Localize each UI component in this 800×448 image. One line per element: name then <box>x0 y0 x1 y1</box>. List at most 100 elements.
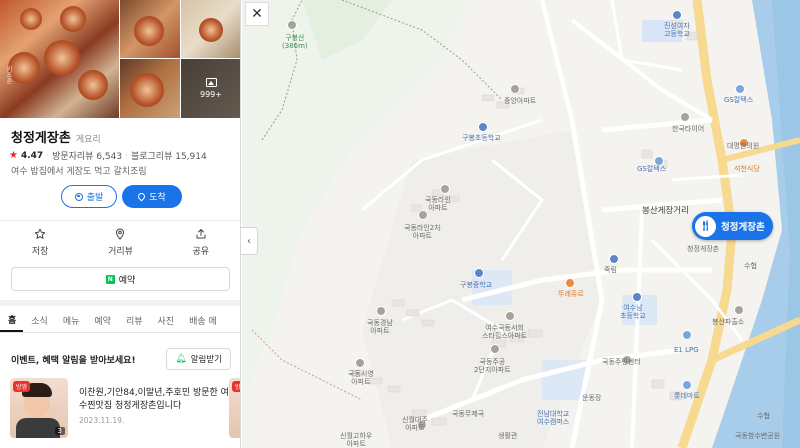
school-poi[interactable] <box>478 122 488 132</box>
label-bongsan-office: 봉산파출소 <box>712 318 745 326</box>
label-gs1: GS칼텍스 <box>724 96 754 104</box>
reserve-label: 예약 <box>118 275 136 286</box>
food-plate <box>199 18 223 42</box>
share-button[interactable]: 공유 <box>161 228 240 257</box>
label-juknam: 죽림 <box>604 266 617 274</box>
tab-menu[interactable]: 메뉴 <box>55 308 87 332</box>
location-pin-icon <box>116 228 125 240</box>
label-hankook: 한국타이어 <box>672 125 705 133</box>
label-apt6: 국동주공 2단지아파트 <box>474 358 511 374</box>
blog-reviews-link[interactable]: 블로그리뷰 15,914 <box>131 149 207 162</box>
news-card[interactable]: 방영 3 이찬원,기안84,이말년,주호민 방문한 여수찐맛집 청정게장촌입니다… <box>10 378 240 438</box>
photo-thumb[interactable] <box>181 0 240 58</box>
alarm-button[interactable]: 🔔︎ 알림받기 <box>166 348 231 370</box>
label-apt1: 중앙아파트 <box>504 97 537 105</box>
arrive-button[interactable]: 도착 <box>122 185 182 208</box>
tab-news[interactable]: 소식 <box>23 308 55 332</box>
label-apt4: 국동경남 아파트 <box>367 319 393 335</box>
shop-poi[interactable] <box>680 112 690 122</box>
tab-delivery[interactable]: 배송 메 <box>181 308 224 332</box>
photo-side-label: 키즈존 <box>5 66 12 84</box>
alarm-label: 알림받기 <box>190 355 222 365</box>
school-poi[interactable] <box>672 10 682 20</box>
label-undongjang: 운동장 <box>582 394 602 402</box>
tab-home[interactable]: 홈 <box>0 308 24 332</box>
depart-label: 출발 <box>86 193 104 203</box>
action-bar: 저장 거리뷰 공유 <box>0 228 240 257</box>
next-card-preview[interactable]: 방영 <box>229 378 240 438</box>
school-poi[interactable] <box>632 292 642 302</box>
label-gukdong-center: 국동주민센터 <box>602 358 641 366</box>
label-gukdong-port: 국동무제국 <box>452 410 485 418</box>
depart-icon <box>74 192 83 201</box>
photo-main[interactable]: 키즈존 <box>0 0 119 118</box>
place-category: 게요리 <box>75 135 101 145</box>
review-stats: ★ 4.47 · 방문자리뷰 6,543 · 블로그리뷰 15,914 <box>9 149 207 162</box>
place-description: 여수 밥집에서 게장도 먹고 갈치조림 <box>11 167 147 177</box>
label-jeonnam: 전남대학교 여수캠퍼스 <box>537 410 570 426</box>
tab-reviews[interactable]: 리뷰 <box>118 308 150 332</box>
save-button[interactable]: 저장 <box>0 228 80 257</box>
label-school2: 구봉초등학교 <box>462 134 501 142</box>
mart-poi[interactable] <box>682 380 692 390</box>
street-view-button[interactable]: 거리뷰 <box>80 228 160 257</box>
label-apt9: 신월대주 아파트 <box>402 416 428 432</box>
mountain-poi[interactable] <box>287 20 297 30</box>
label-apt8: 신월고하우 아파트 <box>340 432 373 448</box>
apartment-poi[interactable] <box>505 311 515 321</box>
close-button[interactable]: ✕ <box>245 2 269 26</box>
news-text: 이찬원,기안84,이말년,주호민 방문한 여수찐맛집 청정게장촌입니다 <box>79 388 229 411</box>
visitor-reviews-link[interactable]: 방문자리뷰 6,543 <box>52 149 122 162</box>
map-view[interactable]: 구봉산 (386m) 진성여자 고등학교 GS칼텍스 중앙아파트 구봉초등학교 한국… <box>242 0 800 448</box>
school-poi[interactable] <box>474 268 484 278</box>
apartment-poi[interactable] <box>355 358 365 368</box>
apartment-poi[interactable] <box>490 344 500 354</box>
food-plate <box>20 8 42 30</box>
police-poi[interactable] <box>734 305 744 315</box>
star-icon: ★ <box>9 150 18 161</box>
place-detail-panel: 키즈존 999+ 청정게장촌 게요리 ★ 4.47 · 방문자리뷰 6,543 … <box>0 0 241 448</box>
depart-button[interactable]: 출발 <box>61 185 117 208</box>
tab-photos[interactable]: 사진 <box>150 308 182 332</box>
place-title-row: 청정게장촌 게요리 <box>11 127 101 146</box>
photo-gallery[interactable]: 키즈존 999+ <box>0 0 240 118</box>
tab-reservation[interactable]: 예약 <box>86 308 118 332</box>
food-plate <box>78 70 108 100</box>
news-badge: 방영 <box>13 381 31 392</box>
news-date: 2023.11.19. <box>79 416 125 425</box>
photo-more-overlay: 999+ <box>181 59 240 118</box>
divider <box>0 220 240 221</box>
label-apt5: 여수국동서희 스타힐스아파트 <box>482 324 528 340</box>
label-apt3: 국동라인2차 아파트 <box>404 224 441 240</box>
label-jongsim: 국동항수변공원 <box>735 432 781 440</box>
street-view-label: 거리뷰 <box>108 247 133 257</box>
marker-label: 청정게장촌 <box>721 222 765 233</box>
collapse-panel-button[interactable]: ‹ <box>241 227 258 255</box>
section-gap <box>0 300 240 306</box>
gas-station-poi[interactable] <box>682 330 692 340</box>
selected-place-marker[interactable]: 🍴︎ 청정게장촌 <box>692 212 773 240</box>
label-school1: 진성여자 고등학교 <box>664 22 690 38</box>
food-plate <box>134 16 164 46</box>
label-turejus: 뚜레쥬르 <box>558 290 584 298</box>
photo-thumb[interactable] <box>120 59 180 118</box>
gas-station-poi[interactable] <box>735 84 745 94</box>
bakery-poi[interactable] <box>565 278 575 288</box>
star-outline-icon <box>34 228 46 239</box>
naver-n-icon: N <box>105 274 115 284</box>
apartment-poi[interactable] <box>376 306 386 316</box>
label-su: 수협 <box>744 262 757 270</box>
label-daemyung: 대명한의원 <box>727 142 760 150</box>
photo-more[interactable]: 999+ <box>181 59 240 118</box>
label-apt7: 국동시영 아파트 <box>348 370 374 386</box>
pin-icon <box>136 191 147 202</box>
label-school3: 구봉중학교 <box>460 281 493 289</box>
apartment-poi[interactable] <box>440 184 450 194</box>
bank-poi[interactable] <box>609 254 619 264</box>
reserve-button[interactable]: N 예약 <box>11 267 230 291</box>
rating-value: 4.47 <box>20 150 44 161</box>
photo-thumb[interactable] <box>120 0 180 58</box>
label-apt2: 국동라인 아파트 <box>425 196 451 212</box>
apartment-poi[interactable] <box>510 84 520 94</box>
tab-bar: 홈 소식 메뉴 예약 리뷰 사진 배송 메 <box>0 308 240 333</box>
